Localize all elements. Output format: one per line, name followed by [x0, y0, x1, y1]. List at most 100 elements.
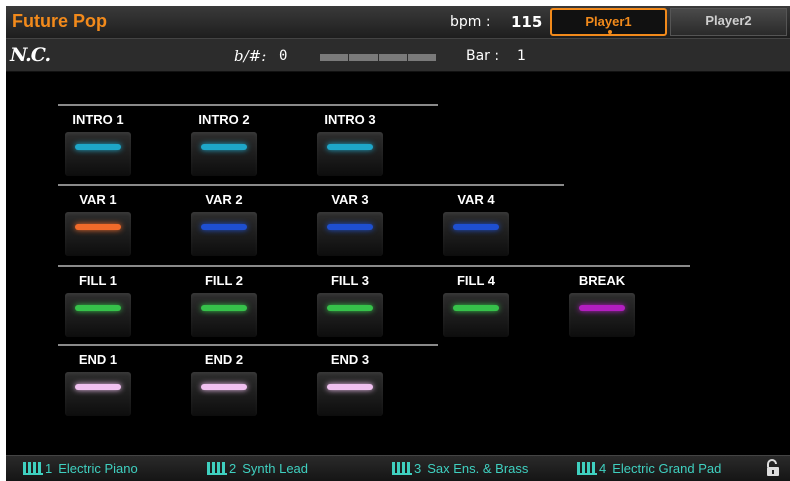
keyboard-icon [207, 462, 227, 475]
pad-end-1[interactable]: END 1 [58, 352, 138, 420]
pad-fill-4[interactable]: FILL 4 [436, 273, 516, 341]
pad-button[interactable] [191, 132, 257, 176]
bar-label: Bar : [466, 48, 500, 64]
track-4[interactable]: 4 Electric Grand Pad [577, 461, 721, 479]
keyboard-icon [577, 462, 597, 475]
pad-label: VAR 1 [79, 192, 117, 207]
track-number: 2 [229, 461, 237, 476]
pad-end-3[interactable]: END 3 [310, 352, 390, 420]
pad-label: BREAK [578, 273, 626, 288]
pad-button[interactable] [65, 132, 131, 176]
led-indicator-icon [327, 305, 373, 311]
pad-button[interactable] [443, 293, 509, 337]
led-indicator-icon [201, 384, 247, 390]
pad-label: INTRO 3 [324, 112, 376, 127]
unlocked-padlock-icon[interactable] [765, 459, 781, 477]
pad-fill-2[interactable]: FILL 2 [184, 273, 264, 341]
pad-button[interactable] [65, 212, 131, 256]
pad-break[interactable]: BREAK [562, 273, 642, 341]
pad-fill-1[interactable]: FILL 1 [58, 273, 138, 341]
pad-button[interactable] [191, 212, 257, 256]
pad-button[interactable] [317, 372, 383, 416]
pad-button[interactable] [317, 293, 383, 337]
pad-button[interactable] [569, 293, 635, 337]
track-number: 1 [45, 461, 53, 476]
track-3[interactable]: 3 Sax Ens. & Brass [392, 461, 528, 479]
info-bar: N.C. b/#: 0 Bar : 1 [6, 38, 790, 72]
track-name: Sax Ens. & Brass [427, 461, 529, 476]
track-name: Synth Lead [242, 461, 309, 476]
track-footer: 1 Electric Piano 2 Synth Lead 3 Sax Ens. & Br… [6, 455, 790, 481]
group-divider-intro [58, 104, 438, 106]
pad-button[interactable] [191, 293, 257, 337]
pad-button[interactable] [191, 372, 257, 416]
pad-label: END 1 [78, 352, 118, 367]
pad-var-2[interactable]: VAR 2 [184, 192, 264, 260]
tab-player1-label: Player1 [585, 14, 632, 29]
active-dot-icon [608, 30, 612, 34]
track-number: 3 [414, 461, 422, 476]
tab-player2-label: Player2 [705, 13, 752, 28]
pad-button[interactable] [443, 212, 509, 256]
led-indicator-icon [201, 144, 247, 150]
pad-var-3[interactable]: VAR 3 [310, 192, 390, 260]
beat-segment [407, 54, 436, 61]
led-indicator-icon [75, 224, 121, 230]
style-name[interactable]: Future Pop [12, 11, 107, 32]
pad-end-2[interactable]: END 2 [184, 352, 264, 420]
bpm-label: bpm : [450, 14, 491, 30]
led-indicator-icon [579, 305, 625, 311]
tab-player2[interactable]: Player2 [670, 8, 787, 36]
track-number: 4 [599, 461, 607, 476]
pad-button[interactable] [65, 372, 131, 416]
pad-label: FILL 3 [330, 273, 370, 288]
pad-label: INTRO 2 [198, 112, 250, 127]
pad-button[interactable] [317, 212, 383, 256]
transpose-value: 0 [279, 48, 288, 64]
keyboard-icon [392, 462, 412, 475]
led-indicator-icon [75, 305, 121, 311]
pad-label: VAR 4 [457, 192, 495, 207]
pad-label: INTRO 1 [72, 112, 124, 127]
pad-var-4[interactable]: VAR 4 [436, 192, 516, 260]
style-play-screen: Future Pop bpm : 115 Player1 Player2 N.C… [6, 6, 790, 481]
pad-label: END 2 [204, 352, 244, 367]
track-name: Electric Piano [58, 461, 138, 476]
led-indicator-icon [201, 305, 247, 311]
track-2[interactable]: 2 Synth Lead [207, 461, 308, 479]
pad-var-1[interactable]: VAR 1 [58, 192, 138, 260]
led-indicator-icon [75, 384, 121, 390]
tab-player1[interactable]: Player1 [550, 8, 667, 36]
group-divider-variation [58, 184, 564, 186]
led-indicator-icon [75, 144, 121, 150]
pad-intro-2[interactable]: INTRO 2 [184, 112, 264, 180]
track-name: Electric Grand Pad [612, 461, 722, 476]
pad-label: FILL 1 [78, 273, 118, 288]
led-indicator-icon [453, 224, 499, 230]
group-divider-ending [58, 344, 438, 346]
led-indicator-icon [327, 384, 373, 390]
transpose-label: b/#: [234, 47, 267, 65]
beat-segment [320, 54, 349, 61]
header-bar: Future Pop bpm : 115 Player1 Player2 [6, 6, 790, 38]
pad-fill-3[interactable]: FILL 3 [310, 273, 390, 341]
bpm-value[interactable]: 115 [511, 13, 542, 31]
pad-button[interactable] [65, 293, 131, 337]
pad-label: FILL 2 [204, 273, 244, 288]
beat-segment [349, 54, 378, 61]
track-1[interactable]: 1 Electric Piano [23, 461, 138, 479]
led-indicator-icon [327, 144, 373, 150]
led-indicator-icon [201, 224, 247, 230]
pad-button[interactable] [317, 132, 383, 176]
beat-indicator [320, 54, 436, 61]
pad-intro-1[interactable]: INTRO 1 [58, 112, 138, 180]
pad-label: VAR 3 [331, 192, 369, 207]
pad-label: VAR 2 [205, 192, 243, 207]
beat-segment [378, 54, 407, 61]
pad-label: END 3 [330, 352, 370, 367]
keyboard-icon [23, 462, 43, 475]
chord-display: N.C. [10, 44, 51, 66]
group-divider-fill [58, 265, 690, 267]
bar-value: 1 [517, 48, 526, 64]
pad-intro-3[interactable]: INTRO 3 [310, 112, 390, 180]
